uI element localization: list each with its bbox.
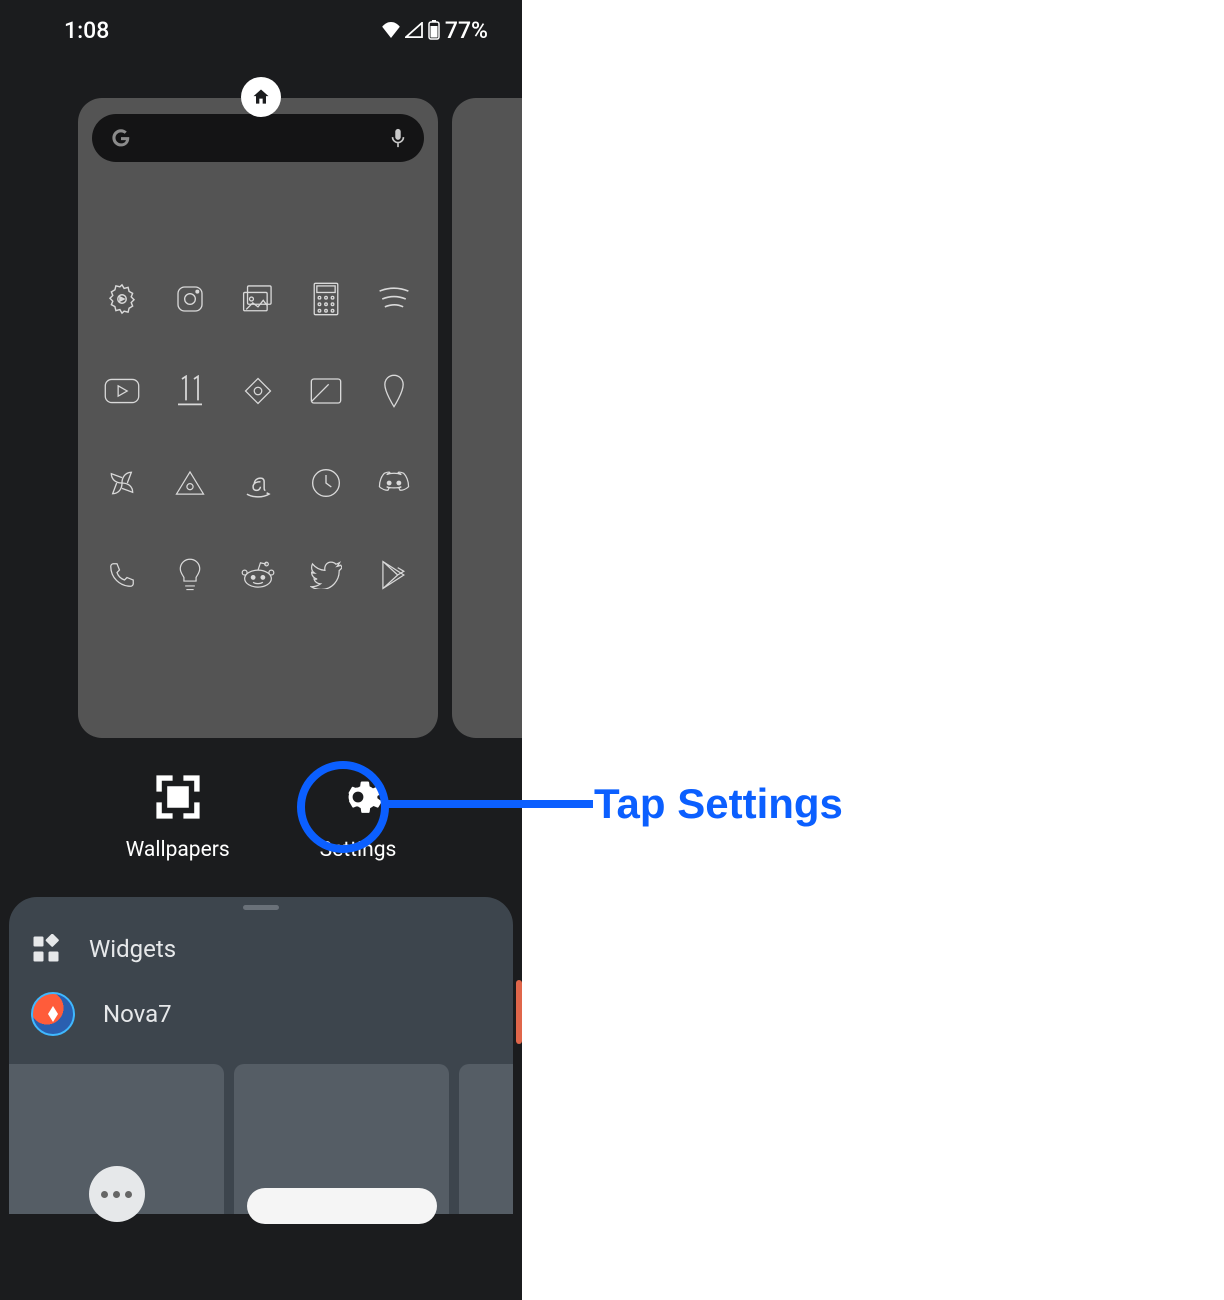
- app-play-store[interactable]: [372, 558, 416, 592]
- nova-label: Nova7: [103, 1000, 172, 1028]
- app-eleven[interactable]: [168, 374, 212, 408]
- app-clock[interactable]: [304, 466, 348, 500]
- app-play-alt[interactable]: [474, 606, 522, 640]
- app-youtube[interactable]: [100, 374, 144, 408]
- status-bar: 1:08 77%: [0, 0, 522, 60]
- app-phone[interactable]: [100, 558, 144, 592]
- app-reddit[interactable]: [236, 558, 280, 592]
- widgets-label: Widgets: [89, 935, 176, 963]
- app-spotify[interactable]: [372, 282, 416, 316]
- callout-text: Tap Settings: [594, 780, 843, 828]
- mic-icon[interactable]: [390, 128, 406, 148]
- home-icon: [251, 87, 271, 107]
- app-icon-grid-2: [466, 330, 522, 640]
- app-pinwheel[interactable]: [100, 466, 144, 500]
- callout-line: [388, 800, 593, 808]
- nova-row[interactable]: Nova7: [9, 978, 513, 1050]
- battery-percent: 77%: [445, 17, 488, 44]
- launcher-actions: Wallpapers Settings: [0, 770, 522, 862]
- widgets-row[interactable]: Widgets: [9, 920, 513, 978]
- app-calculator[interactable]: [304, 282, 348, 316]
- home-preview-card-2[interactable]: [452, 98, 522, 738]
- app-gallery[interactable]: [236, 282, 280, 316]
- app-tiktok[interactable]: [474, 422, 522, 456]
- app-settings-play[interactable]: [100, 282, 144, 316]
- status-right: 77%: [381, 17, 488, 44]
- scroll-indicator[interactable]: [516, 980, 522, 1044]
- home-badge[interactable]: [241, 77, 281, 117]
- wallpaper-icon: [151, 770, 205, 824]
- app-twitter[interactable]: [304, 558, 348, 592]
- widget-tile-1[interactable]: [9, 1064, 224, 1214]
- drawer-handle[interactable]: [243, 905, 279, 910]
- nova-icon: [31, 992, 75, 1036]
- widget-tile-2[interactable]: [234, 1064, 449, 1214]
- app-amazon[interactable]: [236, 466, 280, 500]
- dots-icon: [89, 1166, 145, 1222]
- app-bulb[interactable]: [168, 558, 212, 592]
- wifi-icon: [381, 22, 401, 38]
- phone-frame: 1:08 77%: [0, 0, 522, 1300]
- battery-icon: [427, 20, 441, 40]
- callout-ring: [297, 761, 389, 853]
- bottom-drawer[interactable]: Widgets Nova7: [9, 897, 513, 1214]
- app-pen[interactable]: [474, 514, 522, 548]
- widget-tiles: [9, 1050, 513, 1214]
- status-time: 1:08: [64, 17, 109, 44]
- app-instagram[interactable]: [168, 282, 212, 316]
- app-pin[interactable]: [372, 374, 416, 408]
- wallpapers-button[interactable]: Wallpapers: [126, 770, 230, 862]
- app-twitch[interactable]: [474, 330, 522, 364]
- app-triangle[interactable]: [168, 466, 212, 500]
- widgets-icon: [31, 934, 61, 964]
- app-icon-grid: [92, 282, 424, 592]
- widget-tile-3[interactable]: [459, 1064, 513, 1214]
- wallpapers-label: Wallpapers: [126, 838, 230, 862]
- app-diamond[interactable]: [236, 374, 280, 408]
- app-folder[interactable]: [304, 374, 348, 408]
- home-preview-card[interactable]: [78, 98, 438, 738]
- signal-icon: [405, 22, 423, 38]
- google-g-icon: [110, 127, 132, 149]
- google-search-bar[interactable]: [92, 114, 424, 162]
- app-discord[interactable]: [372, 466, 416, 500]
- mini-search-widget: [247, 1188, 437, 1224]
